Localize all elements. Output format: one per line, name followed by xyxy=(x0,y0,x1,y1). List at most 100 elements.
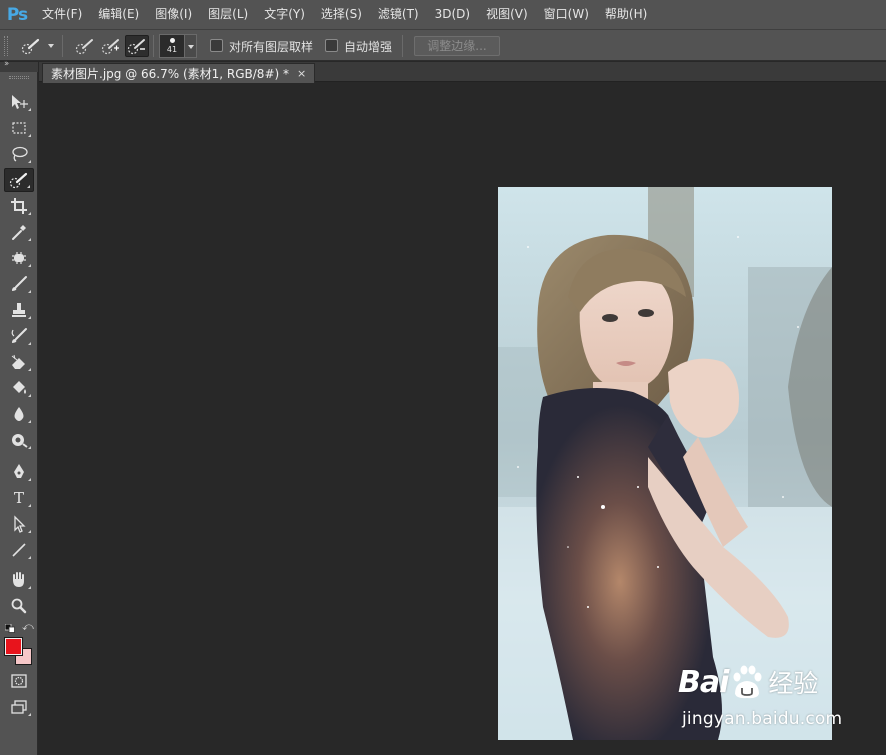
path-selection-tool[interactable] xyxy=(4,512,34,536)
menu-filter[interactable]: 滤镜(T) xyxy=(370,0,427,29)
menu-edit[interactable]: 编辑(E) xyxy=(90,0,147,29)
hand-tool[interactable] xyxy=(4,568,34,592)
options-bar-grip[interactable] xyxy=(4,36,8,56)
document-tab[interactable]: 素材图片.jpg @ 66.7% (素材1, RGB/8#) * × xyxy=(42,63,316,83)
menu-window[interactable]: 窗口(W) xyxy=(536,0,597,29)
menu-image[interactable]: 图像(I) xyxy=(147,0,200,29)
tool-group-indicator xyxy=(28,394,31,397)
pen-tool-icon xyxy=(14,464,24,478)
refine-edge-button[interactable]: 调整边缘... xyxy=(414,36,500,56)
eraser-tool[interactable] xyxy=(4,350,34,374)
default-colors-icon[interactable] xyxy=(5,624,15,633)
document-tab-title: 素材图片.jpg @ 66.7% (素材1, RGB/8#) * xyxy=(51,67,289,81)
brush-tip-icon xyxy=(170,38,175,43)
document-canvas-image[interactable] xyxy=(498,187,832,740)
screen-mode-button[interactable] xyxy=(4,695,34,719)
quick-mask-icon xyxy=(11,674,27,688)
tool-group-indicator xyxy=(28,530,31,533)
brush-size-value: 41 xyxy=(166,45,178,54)
move-tool[interactable] xyxy=(4,90,34,114)
healing-brush-tool[interactable] xyxy=(4,246,34,270)
healing-brush-tool-icon xyxy=(12,252,26,264)
options-separator xyxy=(153,35,154,57)
add-to-selection-button[interactable] xyxy=(99,35,123,57)
history-brush-tool[interactable] xyxy=(4,324,34,348)
tool-group-indicator xyxy=(28,420,31,423)
subtract-from-selection-button[interactable] xyxy=(125,35,149,57)
menu-bar: Ps 文件(F) 编辑(E) 图像(I) 图层(L) 文字(Y) 选择(S) 滤… xyxy=(0,0,886,29)
menu-help[interactable]: 帮助(H) xyxy=(597,0,655,29)
tool-preset-picker[interactable] xyxy=(18,35,44,57)
type-tool[interactable]: T xyxy=(4,486,34,510)
tool-group-indicator xyxy=(28,160,31,163)
menu-file[interactable]: 文件(F) xyxy=(34,0,90,29)
brush-picker-dropdown[interactable] xyxy=(185,34,197,58)
crop-tool[interactable] xyxy=(4,194,34,218)
line-tool[interactable] xyxy=(4,538,34,562)
lasso-tool[interactable] xyxy=(4,142,34,166)
photoshop-logo: Ps xyxy=(6,4,28,25)
photo-illustration xyxy=(498,187,832,740)
subtract-from-selection-icon xyxy=(127,39,145,55)
dodge-tool[interactable] xyxy=(4,428,34,452)
tool-group-indicator xyxy=(28,368,31,371)
tool-group-indicator xyxy=(28,134,31,137)
eyedropper-tool[interactable] xyxy=(4,220,34,244)
brush-size-preview[interactable]: 41 xyxy=(159,34,185,58)
move-tool-icon xyxy=(12,95,28,109)
brush-tool-icon xyxy=(12,276,27,291)
tool-group-indicator xyxy=(28,478,31,481)
swap-colors-icon[interactable]: ⤺ xyxy=(22,620,34,634)
quick-selection-tool[interactable] xyxy=(4,168,34,192)
menu-select[interactable]: 选择(S) xyxy=(313,0,370,29)
quick-selection-tool-icon xyxy=(21,38,40,55)
tool-group-indicator xyxy=(28,212,31,215)
auto-enhance-checkbox[interactable] xyxy=(325,39,338,52)
quick-selection-tool-icon xyxy=(9,172,28,189)
paint-bucket-tool-icon xyxy=(13,381,26,394)
tool-group-indicator xyxy=(28,108,31,111)
menu-view[interactable]: 视图(V) xyxy=(478,0,536,29)
zoom-tool-icon xyxy=(11,598,27,614)
marquee-tool[interactable] xyxy=(4,116,34,140)
tool-group-indicator xyxy=(28,586,31,589)
menu-layer[interactable]: 图层(L) xyxy=(200,0,256,29)
type-tool-icon: T xyxy=(13,489,24,507)
line-tool-icon xyxy=(12,543,26,557)
marquee-tool-icon xyxy=(12,122,26,134)
sample-all-layers-checkbox[interactable] xyxy=(210,39,223,52)
tool-group-indicator xyxy=(28,556,31,559)
tool-group-indicator xyxy=(28,316,31,319)
zoom-tool[interactable] xyxy=(4,594,34,618)
tools-panel-header[interactable]: ›› xyxy=(0,59,38,72)
tool-group-indicator xyxy=(28,238,31,241)
dodge-tool-icon xyxy=(12,434,28,448)
pen-tool[interactable] xyxy=(4,460,34,484)
tools-panel: ›› T ⤺ xyxy=(0,59,38,755)
menu-3d[interactable]: 3D(D) xyxy=(427,0,478,29)
eyedropper-tool-icon xyxy=(12,225,26,240)
new-selection-button[interactable] xyxy=(73,35,97,57)
quick-mask-button[interactable] xyxy=(4,669,34,693)
clone-stamp-tool[interactable] xyxy=(4,298,34,322)
foreground-color-swatch[interactable] xyxy=(4,637,23,656)
lasso-tool-icon xyxy=(12,146,28,162)
options-separator xyxy=(402,35,403,57)
canvas-area[interactable] xyxy=(39,83,886,755)
options-separator xyxy=(62,35,63,57)
screen-mode-icon xyxy=(11,700,27,714)
path-selection-tool-icon xyxy=(14,515,26,533)
tool-preset-caret[interactable] xyxy=(48,44,54,48)
auto-enhance-label: 自动增强 xyxy=(344,40,393,54)
paint-bucket-tool[interactable] xyxy=(4,376,34,400)
tools-panel-grip[interactable] xyxy=(9,76,29,79)
brush-tool[interactable] xyxy=(4,272,34,296)
tool-group-indicator xyxy=(28,713,31,716)
close-icon[interactable]: × xyxy=(297,67,306,80)
tool-group-indicator xyxy=(27,185,30,188)
crop-tool-icon xyxy=(11,198,27,214)
menu-type[interactable]: 文字(Y) xyxy=(256,0,313,29)
tool-group-indicator xyxy=(28,290,31,293)
expand-panel-icon[interactable]: ›› xyxy=(4,59,9,69)
blur-tool[interactable] xyxy=(4,402,34,426)
